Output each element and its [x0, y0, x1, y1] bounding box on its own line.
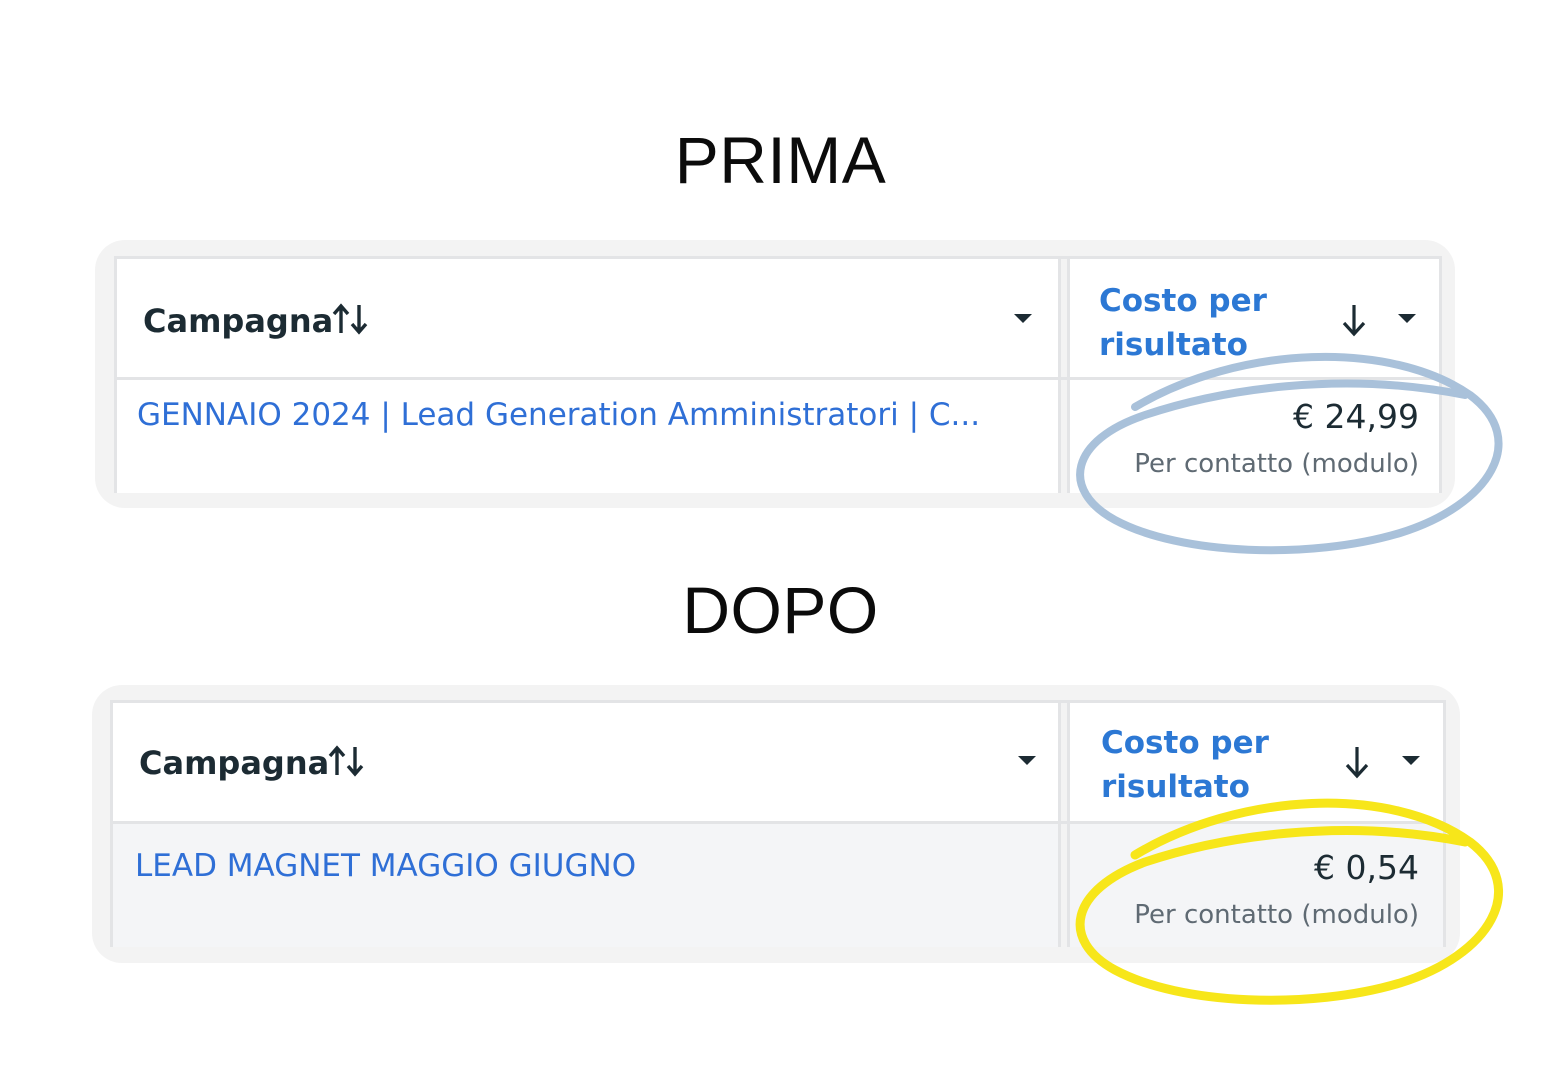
column-cost-header[interactable]: Costo per risultato: [1099, 279, 1299, 369]
arrow-down-icon[interactable]: [1340, 303, 1368, 337]
column-cost-header[interactable]: Costo per risultato: [1101, 721, 1301, 811]
campaign-link[interactable]: GENNAIO 2024 | Lead Generation Amministr…: [137, 397, 980, 433]
caret-down-icon[interactable]: [1018, 756, 1036, 765]
heading-prima: PRIMA: [674, 123, 887, 197]
table-before: Campagna Costo per risultato GENNAIO 202…: [114, 256, 1442, 493]
sort-updown-icon[interactable]: [331, 303, 371, 335]
caret-down-icon[interactable]: [1398, 314, 1416, 323]
cost-unit: Per contatto (modulo): [1134, 449, 1419, 479]
campaign-link[interactable]: LEAD MAGNET MAGGIO GIUGNO: [135, 848, 636, 884]
column-campaign-header[interactable]: Campagna: [139, 744, 329, 782]
table-after: Campagna Costo per risultato LEAD MAGNET…: [110, 700, 1446, 947]
column-divider: [1058, 824, 1070, 947]
column-campaign-header[interactable]: Campagna: [143, 302, 333, 340]
table-row[interactable]: GENNAIO 2024 | Lead Generation Amministr…: [117, 380, 1439, 493]
arrow-down-icon[interactable]: [1343, 745, 1371, 779]
column-divider: [1058, 380, 1070, 493]
heading-dopo: DOPO: [682, 573, 879, 647]
table-header-row: Campagna Costo per risultato: [113, 703, 1443, 824]
cost-value: € 0,54: [1314, 848, 1419, 887]
column-divider[interactable]: [1058, 259, 1070, 377]
cost-value: € 24,99: [1293, 397, 1419, 436]
column-divider[interactable]: [1058, 703, 1070, 821]
caret-down-icon[interactable]: [1014, 314, 1032, 323]
table-row[interactable]: LEAD MAGNET MAGGIO GIUGNO € 0,54 Per con…: [113, 824, 1443, 947]
cost-unit: Per contatto (modulo): [1134, 900, 1419, 930]
sort-updown-icon[interactable]: [327, 745, 367, 777]
caret-down-icon[interactable]: [1402, 756, 1420, 765]
table-header-row: Campagna Costo per risultato: [117, 259, 1439, 380]
